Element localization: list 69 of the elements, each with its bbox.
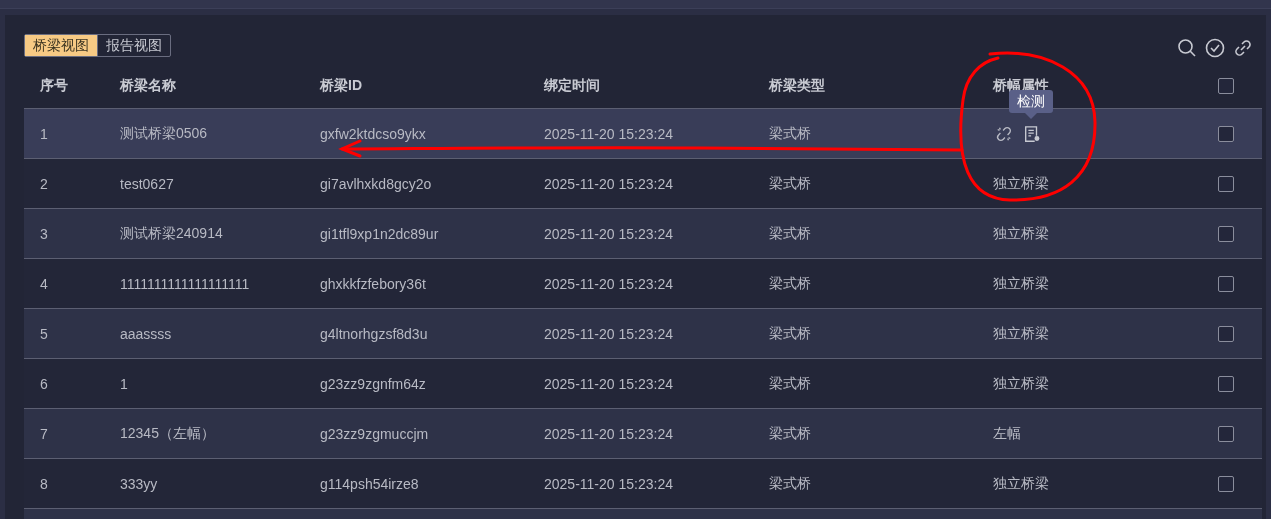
checkbox[interactable]	[1218, 125, 1234, 142]
table-cell-text: 独立桥梁	[993, 274, 1050, 293]
table-cell-text: 2025-11-20 15:23:24	[544, 425, 674, 442]
table-cell-text: 2025-11-20 15:23:24	[544, 275, 674, 292]
table-cell-text: 左幅	[993, 424, 1022, 443]
table-cell-text: 梁式桥	[769, 174, 812, 193]
table-cell-text: g23zz9zgnfm64z	[320, 375, 427, 392]
table-cell-text: 梁式桥	[769, 224, 812, 243]
table-cell-text: 7	[40, 425, 49, 442]
link-icon[interactable]	[1233, 37, 1253, 58]
column-header: 绑定时间	[544, 77, 601, 95]
table-cell-text: 333yy	[120, 475, 159, 492]
column-header: 序号	[40, 77, 69, 95]
table-cell-text: 独立桥梁	[993, 374, 1050, 393]
checkbox[interactable]	[1218, 175, 1234, 192]
tooltip-pointer	[1025, 112, 1037, 119]
table-cell-text: 2025-11-20 15:23:24	[544, 125, 674, 142]
column-header: 桥梁类型	[769, 77, 826, 95]
table-cell-text: 测试桥梁240914	[120, 224, 224, 243]
table-cell-text: 2025-11-20 15:23:24	[544, 325, 674, 342]
table-cell-text: 独立桥梁	[993, 224, 1050, 243]
table-cell-text: gi1tfl9xp1n2dc89ur	[320, 225, 440, 242]
table-cell-text: gi7avlhxkd8gcy2o	[320, 175, 433, 192]
checkbox[interactable]	[1218, 475, 1234, 492]
table-cell-text: aaassss	[120, 325, 173, 342]
table-cell-text: 2025-11-20 15:23:24	[544, 175, 674, 192]
table-cell-text: 1111111111111111111	[120, 275, 251, 292]
table-cell-text: 2025-11-20 15:23:24	[544, 375, 674, 392]
column-header: 桥梁ID	[320, 77, 363, 95]
table-cell-text: 8	[40, 475, 49, 492]
table-cell-text: 2025-11-20 15:23:24	[544, 225, 674, 242]
checkbox[interactable]	[1218, 275, 1234, 292]
report-icon[interactable]	[1023, 124, 1041, 143]
table-cell-text: g4ltnorhgzsf8d3u	[320, 325, 429, 342]
checkbox[interactable]	[1218, 325, 1234, 342]
checkbox[interactable]	[1218, 375, 1234, 392]
checkbox[interactable]	[1218, 78, 1234, 94]
table-cell-text: 梁式桥	[769, 374, 812, 393]
table-cell-text: 独立桥梁	[993, 174, 1050, 193]
table-cell-text: 1	[120, 375, 129, 392]
table-cell-text: g23zz9zgmuccjm	[320, 425, 430, 442]
table-cell-text: gxfw2ktdcso9ykx	[320, 125, 427, 142]
table-cell-text: 3	[40, 225, 49, 242]
table-cell-text: 2	[40, 175, 49, 192]
view-tab[interactable]: 报告视图	[97, 35, 170, 56]
table-cell-text: 独立桥梁	[993, 474, 1050, 493]
table-cell-text: 12345（左幅）	[120, 424, 216, 443]
table-cell-text: 1	[40, 125, 49, 142]
table-cell-text: 梁式桥	[769, 124, 812, 143]
table-cell-text: ghxkkfzfebory36t	[320, 275, 427, 292]
table-cell-text: 2025-11-20 15:23:24	[544, 475, 674, 492]
table-cell-text: 梁式桥	[769, 324, 812, 343]
unlink-icon[interactable]	[995, 124, 1013, 143]
table-cell-text: 梁式桥	[769, 274, 812, 293]
table-cell-text: test0627	[120, 175, 175, 192]
table-cell-text: g114psh54irze8	[320, 475, 420, 492]
view-tab[interactable]: 桥梁视图	[25, 35, 97, 56]
column-header: 桥梁名称	[120, 77, 177, 95]
check-circle-icon[interactable]	[1205, 37, 1225, 58]
table-cell-text: 独立桥梁	[993, 324, 1050, 343]
table-cell-text: 6	[40, 375, 49, 392]
table-cell-text: 测试桥梁0506	[120, 124, 209, 143]
search-icon[interactable]	[1177, 37, 1197, 58]
checkbox[interactable]	[1218, 425, 1234, 442]
table-cell-text: 梁式桥	[769, 424, 812, 443]
table-cell-text: 4	[40, 275, 49, 292]
table-cell-text: 5	[40, 325, 49, 342]
checkbox[interactable]	[1218, 225, 1234, 242]
table-cell-text: 梁式桥	[769, 474, 812, 493]
